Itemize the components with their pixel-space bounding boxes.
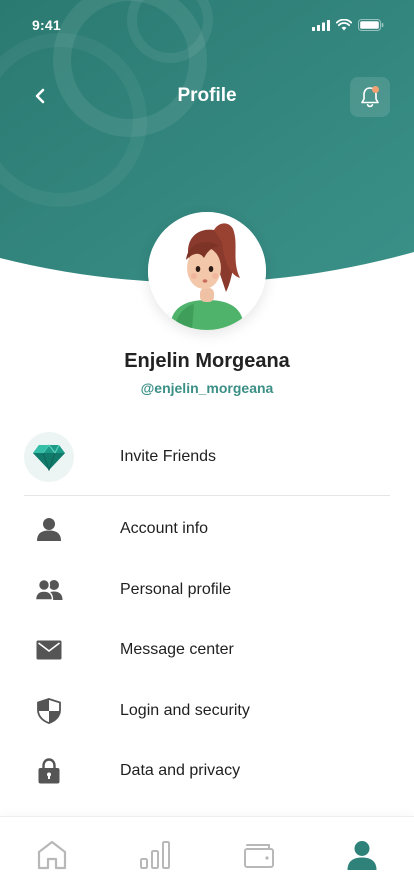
users-icon [35,578,63,601]
notifications-button[interactable] [350,77,390,117]
gem-icon-container [24,432,74,482]
tab-wallet[interactable] [229,825,289,885]
tab-stats[interactable] [125,825,185,885]
notification-dot [372,86,379,93]
tab-profile[interactable] [332,825,392,885]
battery-icon [358,19,384,31]
lock-icon [38,758,60,784]
profile-menu: Invite Friends Account info Personal pro… [24,430,390,802]
divider [24,495,390,496]
user-name: Enjelin Morgeana [124,350,290,372]
menu-item-label: Account info [120,520,209,538]
menu-item-personal-profile[interactable]: Personal profile [24,560,390,621]
menu-item-label: Data and privacy [120,762,241,780]
menu-item-label: Message center [120,641,234,659]
user-handle: @enjelin_morgeana [140,380,274,396]
bar-chart-icon [140,840,171,869]
shield-icon [37,697,61,724]
menu-item-account-info[interactable]: Account info [24,499,390,560]
user-icon [37,518,61,542]
status-time: 9:41 [32,17,61,33]
gem-icon [33,444,65,471]
menu-item-label: Personal profile [120,580,232,598]
wallet-icon [243,843,274,868]
menu-item-message-center[interactable]: Message center [24,620,390,681]
invite-friends-item[interactable]: Invite Friends [24,430,390,484]
avatar-illustration [148,212,266,330]
status-icons [312,19,384,31]
top-nav: Profile [0,72,414,120]
tab-home[interactable] [22,825,82,885]
mail-icon [36,640,62,660]
bottom-tab-bar [0,816,414,896]
menu-item-data-privacy[interactable]: Data and privacy [24,741,390,802]
profile-icon [347,840,377,870]
wifi-icon [336,19,352,31]
avatar[interactable] [148,212,266,330]
home-icon [37,840,66,869]
menu-item-login-security[interactable]: Login and security [24,681,390,742]
menu-item-label: Login and security [120,701,250,719]
signal-icon [312,19,330,31]
invite-friends-label: Invite Friends [120,448,217,465]
status-bar: 9:41 [0,0,414,50]
